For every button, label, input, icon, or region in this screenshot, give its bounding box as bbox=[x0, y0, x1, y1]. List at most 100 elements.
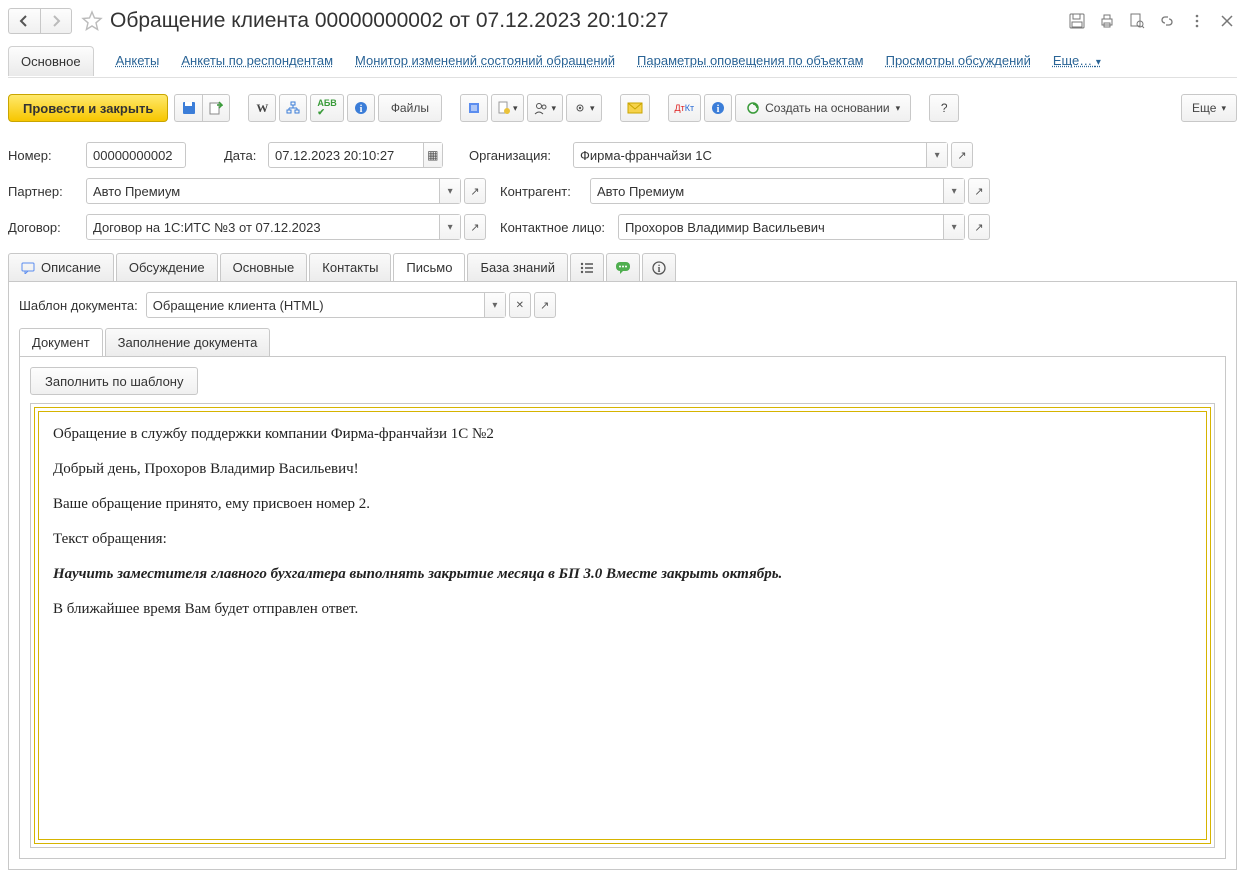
label-counterparty: Контрагент: bbox=[500, 184, 590, 199]
tab-info-icon[interactable]: i bbox=[642, 253, 676, 281]
counterparty-input[interactable] bbox=[591, 179, 943, 203]
template-clear-button[interactable] bbox=[509, 292, 531, 318]
print-icon[interactable] bbox=[1097, 11, 1117, 31]
contract-open-button[interactable] bbox=[464, 214, 486, 240]
search-doc-icon[interactable] bbox=[1127, 11, 1147, 31]
tab-kb[interactable]: База знаний bbox=[467, 253, 568, 281]
toolbar-more-dropdown[interactable]: Еще▾ bbox=[1181, 94, 1237, 122]
label-template: Шаблон документа: bbox=[19, 298, 138, 313]
dt-kt-button[interactable]: ДтКт bbox=[668, 94, 702, 122]
chevron-down-icon[interactable] bbox=[943, 179, 964, 203]
template-input[interactable] bbox=[147, 293, 484, 317]
label-contact: Контактное лицо: bbox=[500, 220, 618, 235]
close-icon[interactable] bbox=[1217, 11, 1237, 31]
gear-dropdown[interactable]: ▾ bbox=[566, 94, 602, 122]
tab-list-icon[interactable] bbox=[570, 253, 604, 281]
contact-field[interactable] bbox=[618, 214, 965, 240]
favorite-star-icon[interactable] bbox=[80, 9, 104, 33]
label-partner: Партнер: bbox=[8, 184, 86, 199]
list-button[interactable] bbox=[460, 94, 488, 122]
org-input[interactable] bbox=[574, 143, 926, 167]
tab-description[interactable]: Описание bbox=[8, 253, 114, 281]
post-button[interactable] bbox=[202, 94, 230, 122]
org-open-button[interactable] bbox=[951, 142, 973, 168]
link-icon[interactable] bbox=[1157, 11, 1177, 31]
tab-chat-icon[interactable] bbox=[606, 253, 640, 281]
files-button[interactable]: Файлы bbox=[378, 94, 442, 122]
chevron-down-icon[interactable] bbox=[439, 215, 460, 239]
letter-subtabs: Документ Заполнение документа bbox=[19, 328, 1226, 357]
chevron-down-icon[interactable] bbox=[484, 293, 505, 317]
structure-button[interactable] bbox=[279, 94, 307, 122]
contact-input[interactable] bbox=[619, 215, 943, 239]
template-open-button[interactable] bbox=[534, 292, 556, 318]
partner-field[interactable] bbox=[86, 178, 461, 204]
contract-field[interactable] bbox=[86, 214, 461, 240]
contract-input[interactable] bbox=[87, 215, 439, 239]
tab-letter-body: Шаблон документа: Документ Заполнение до… bbox=[8, 282, 1237, 870]
fill-by-template-button[interactable]: Заполнить по шаблону bbox=[30, 367, 198, 395]
nav-tab-main[interactable]: Основное bbox=[8, 46, 94, 76]
calendar-icon[interactable] bbox=[423, 143, 442, 167]
wiki-button[interactable]: W bbox=[248, 94, 276, 122]
spellcheck-button[interactable]: АБВ✔ bbox=[310, 94, 343, 122]
label-org: Организация: bbox=[469, 148, 573, 163]
info2-button[interactable]: i bbox=[704, 94, 732, 122]
nav-link-notify-params[interactable]: Параметры оповещения по объектам bbox=[637, 53, 864, 68]
form-area: Номер: Дата: Организация: Партнер: Контр… bbox=[8, 140, 1237, 242]
nav-link-surveys-resp[interactable]: Анкеты по респондентам bbox=[181, 53, 333, 68]
page-title: Обращение клиента 00000000002 от 07.12.2… bbox=[110, 9, 669, 33]
create-based-dropdown[interactable]: Создать на основании ▾ bbox=[735, 94, 911, 122]
number-input[interactable] bbox=[87, 143, 185, 167]
svg-text:i: i bbox=[359, 104, 362, 115]
tab-letter[interactable]: Письмо bbox=[393, 253, 465, 281]
more-vert-icon[interactable] bbox=[1187, 11, 1207, 31]
info-button[interactable]: i bbox=[347, 94, 375, 122]
help-button[interactable]: ? bbox=[929, 94, 959, 122]
org-field[interactable] bbox=[573, 142, 948, 168]
label-number: Номер: bbox=[8, 148, 86, 163]
document-editor[interactable]: Обращение в службу поддержки компании Фи… bbox=[30, 403, 1215, 848]
tab-main[interactable]: Основные bbox=[220, 253, 308, 281]
nav-more-dropdown[interactable]: Еще… ▾ bbox=[1053, 53, 1101, 68]
template-field[interactable] bbox=[146, 292, 506, 318]
mail-button[interactable] bbox=[620, 94, 650, 122]
save-icon[interactable] bbox=[1067, 11, 1087, 31]
save-button[interactable] bbox=[174, 94, 202, 122]
contact-open-button[interactable] bbox=[968, 214, 990, 240]
partner-input[interactable] bbox=[87, 179, 439, 203]
svg-text:i: i bbox=[717, 104, 720, 115]
window-header: Обращение клиента 00000000002 от 07.12.2… bbox=[8, 4, 1237, 38]
label-contract: Договор: bbox=[8, 220, 86, 235]
nav-forward-button[interactable] bbox=[40, 8, 72, 34]
doc-paragraph: В ближайшее время Вам будет отправлен от… bbox=[53, 601, 1192, 618]
date-input[interactable] bbox=[269, 143, 423, 167]
attach-dropdown[interactable]: ▾ bbox=[491, 94, 525, 122]
counterparty-field[interactable] bbox=[590, 178, 965, 204]
detail-tabs: Описание Обсуждение Основные Контакты Пи… bbox=[8, 252, 1237, 282]
doc-paragraph: Ваше обращение принято, ему присвоен ном… bbox=[53, 496, 1192, 513]
partner-open-button[interactable] bbox=[464, 178, 486, 204]
doc-paragraph: Обращение в службу поддержки компании Фи… bbox=[53, 426, 1192, 443]
label-date: Дата: bbox=[224, 148, 268, 163]
nav-link-state-monitor[interactable]: Монитор изменений состояний обращений bbox=[355, 53, 615, 68]
chevron-down-icon[interactable] bbox=[926, 143, 947, 167]
toolbar-more-label: Еще bbox=[1192, 101, 1216, 115]
subtab-fill[interactable]: Заполнение документа bbox=[105, 328, 271, 356]
nav-more-label: Еще… bbox=[1053, 53, 1092, 68]
date-field[interactable] bbox=[268, 142, 443, 168]
nav-back-button[interactable] bbox=[8, 8, 40, 34]
chevron-down-icon[interactable] bbox=[439, 179, 460, 203]
command-toolbar: Провести и закрыть W АБВ✔ i Файлы ▾ ▾ ▾ … bbox=[8, 88, 1237, 128]
comment-icon bbox=[21, 262, 35, 274]
users-dropdown[interactable]: ▾ bbox=[527, 94, 563, 122]
subtab-document[interactable]: Документ bbox=[19, 328, 103, 356]
number-field[interactable] bbox=[86, 142, 186, 168]
tab-contacts[interactable]: Контакты bbox=[309, 253, 391, 281]
chevron-down-icon[interactable] bbox=[943, 215, 964, 239]
tab-discussion[interactable]: Обсуждение bbox=[116, 253, 218, 281]
nav-link-surveys[interactable]: Анкеты bbox=[116, 53, 160, 68]
post-and-close-button[interactable]: Провести и закрыть bbox=[8, 94, 168, 122]
counterparty-open-button[interactable] bbox=[968, 178, 990, 204]
nav-link-discussion-views[interactable]: Просмотры обсуждений bbox=[886, 53, 1031, 68]
